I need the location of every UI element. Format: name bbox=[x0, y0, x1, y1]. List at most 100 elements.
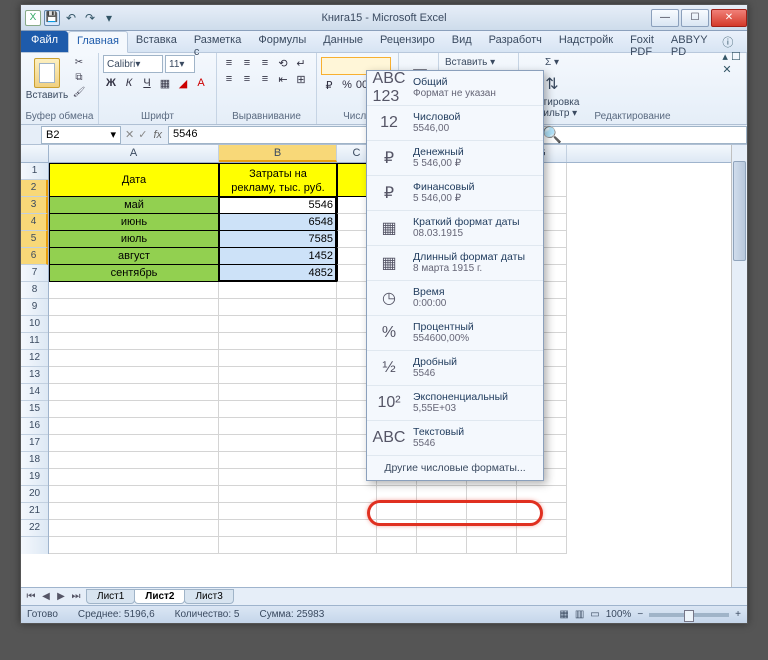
cell-C20[interactable] bbox=[337, 503, 377, 520]
view-normal-icon[interactable]: ▦ bbox=[559, 609, 568, 620]
row-header-6[interactable]: 6 bbox=[21, 248, 48, 265]
row-header-19[interactable]: 19 bbox=[21, 469, 48, 486]
row-header-11[interactable]: 11 bbox=[21, 333, 48, 350]
cell-B15[interactable] bbox=[219, 418, 337, 435]
format-painter-icon[interactable]: 🖌 bbox=[71, 85, 87, 99]
fx-icon[interactable]: fx bbox=[153, 129, 162, 141]
cell-C21[interactable] bbox=[337, 520, 377, 537]
tab-ABBYY PD[interactable]: ABBYY PD bbox=[663, 31, 717, 52]
tab-Рецензиро[interactable]: Рецензиро bbox=[372, 31, 444, 52]
format-Экспоненциальный[interactable]: 10²Экспоненциальный5,55E+03 bbox=[367, 386, 543, 421]
cell-B9[interactable] bbox=[219, 316, 337, 333]
cell-B14[interactable] bbox=[219, 401, 337, 418]
zoom-slider[interactable] bbox=[649, 613, 729, 617]
cell-C22[interactable] bbox=[337, 537, 377, 554]
row-header-4[interactable]: 4 bbox=[21, 214, 48, 231]
currency-icon[interactable]: ₽ bbox=[321, 77, 337, 93]
more-number-formats[interactable]: Другие числовые форматы... bbox=[367, 456, 543, 480]
cell-A3[interactable]: июнь bbox=[49, 214, 219, 231]
cell-B8[interactable] bbox=[219, 299, 337, 316]
cell-B18[interactable] bbox=[219, 469, 337, 486]
merge-icon[interactable]: ⊞ bbox=[293, 71, 309, 87]
cell-A22[interactable] bbox=[49, 537, 219, 554]
first-sheet-icon[interactable]: ⏮ bbox=[24, 591, 38, 602]
align-left-icon[interactable]: ≡ bbox=[221, 71, 237, 87]
cell-G19[interactable] bbox=[517, 486, 567, 503]
format-Общий[interactable]: ABC123ОбщийФормат не указан bbox=[367, 71, 543, 106]
cell-B10[interactable] bbox=[219, 333, 337, 350]
tab-Разметка с[interactable]: Разметка с bbox=[186, 31, 251, 52]
font-name-combo[interactable]: Calibri ▾ bbox=[103, 55, 163, 73]
minimize-button[interactable]: — bbox=[651, 9, 679, 27]
format-Процентный[interactable]: %Процентный554600,00% bbox=[367, 316, 543, 351]
cell-E21[interactable] bbox=[417, 520, 467, 537]
bold-button[interactable]: Ж bbox=[103, 75, 119, 91]
next-sheet-icon[interactable]: ▶ bbox=[54, 591, 68, 602]
cell-D20[interactable] bbox=[377, 503, 417, 520]
sheet-tab-Лист2[interactable]: Лист2 bbox=[134, 589, 185, 604]
cell-A5[interactable]: август bbox=[49, 248, 219, 265]
cell-G21[interactable] bbox=[517, 520, 567, 537]
align-right-icon[interactable]: ≡ bbox=[257, 71, 273, 87]
cell-F22[interactable] bbox=[467, 537, 517, 554]
copy-icon[interactable]: ⧉ bbox=[71, 70, 87, 84]
select-all-corner[interactable] bbox=[21, 145, 49, 162]
font-size-combo[interactable]: 11 ▾ bbox=[165, 55, 195, 73]
cell-A4[interactable]: июль bbox=[49, 231, 219, 248]
cell-B7[interactable] bbox=[219, 282, 337, 299]
cell-B5[interactable]: 1452 bbox=[219, 248, 337, 265]
cell-B4[interactable]: 7585 bbox=[219, 231, 337, 248]
cell-A13[interactable] bbox=[49, 384, 219, 401]
row-header-16[interactable]: 16 bbox=[21, 418, 48, 435]
save-icon[interactable]: 💾 bbox=[44, 10, 60, 26]
vertical-scrollbar[interactable] bbox=[731, 145, 747, 587]
cell-B1[interactable]: Затраты нарекламу, тыс. руб. bbox=[219, 163, 337, 197]
cell-D19[interactable] bbox=[377, 486, 417, 503]
cell-A1[interactable]: Дата bbox=[49, 163, 219, 197]
format-Длинный формат даты[interactable]: ▦Длинный формат даты8 марта 1915 г. bbox=[367, 246, 543, 281]
sheet-tab-Лист3[interactable]: Лист3 bbox=[184, 589, 233, 604]
cell-A15[interactable] bbox=[49, 418, 219, 435]
tab-Данные[interactable]: Данные bbox=[315, 31, 372, 52]
row-header-8[interactable]: 8 bbox=[21, 282, 48, 299]
row-header-20[interactable]: 20 bbox=[21, 486, 48, 503]
cell-G20[interactable] bbox=[517, 503, 567, 520]
enter-icon[interactable]: ✓ bbox=[138, 128, 147, 141]
row-header-2[interactable]: 2 bbox=[21, 180, 48, 197]
cell-A14[interactable] bbox=[49, 401, 219, 418]
align-mid-icon[interactable]: ≡ bbox=[239, 55, 255, 71]
fill-color-button[interactable]: ◢ bbox=[175, 75, 191, 91]
insert-cells-button[interactable]: Вставить ▾ bbox=[443, 55, 514, 70]
cell-A8[interactable] bbox=[49, 299, 219, 316]
cell-B20[interactable] bbox=[219, 503, 337, 520]
zoom-level[interactable]: 100% bbox=[606, 609, 632, 620]
cell-B6[interactable]: 4852 bbox=[219, 265, 337, 282]
sheet-tab-Лист1[interactable]: Лист1 bbox=[86, 589, 135, 604]
last-sheet-icon[interactable]: ⏭ bbox=[69, 591, 83, 602]
tab-Главная[interactable]: Главная bbox=[68, 31, 128, 53]
cut-icon[interactable]: ✂ bbox=[71, 55, 87, 69]
row-header-10[interactable]: 10 bbox=[21, 316, 48, 333]
cell-F21[interactable] bbox=[467, 520, 517, 537]
border-button[interactable]: ▦ bbox=[157, 75, 173, 91]
row-header-7[interactable]: 7 bbox=[21, 265, 48, 282]
row-header-15[interactable]: 15 bbox=[21, 401, 48, 418]
align-bot-icon[interactable]: ≡ bbox=[257, 55, 273, 71]
format-Текстовый[interactable]: ABCТекстовый5546 bbox=[367, 421, 543, 456]
cell-G22[interactable] bbox=[517, 537, 567, 554]
tab-Формулы[interactable]: Формулы bbox=[250, 31, 315, 52]
autosum-button[interactable]: Σ ▾ bbox=[523, 57, 581, 68]
cell-A21[interactable] bbox=[49, 520, 219, 537]
cell-C19[interactable] bbox=[337, 486, 377, 503]
format-Финансовый[interactable]: ₽Финансовый5 546,00 ₽ bbox=[367, 176, 543, 211]
cell-A20[interactable] bbox=[49, 503, 219, 520]
cell-E19[interactable] bbox=[417, 486, 467, 503]
redo-icon[interactable]: ↷ bbox=[82, 10, 98, 26]
cell-B22[interactable] bbox=[219, 537, 337, 554]
orientation-icon[interactable]: ⟲ bbox=[275, 55, 291, 71]
format-Краткий формат даты[interactable]: ▦Краткий формат даты08.03.1915 bbox=[367, 211, 543, 246]
cell-A17[interactable] bbox=[49, 452, 219, 469]
format-Денежный[interactable]: ₽Денежный5 546,00 ₽ bbox=[367, 141, 543, 176]
italic-button[interactable]: К bbox=[121, 75, 137, 91]
name-box[interactable]: B2▾ bbox=[41, 126, 121, 144]
